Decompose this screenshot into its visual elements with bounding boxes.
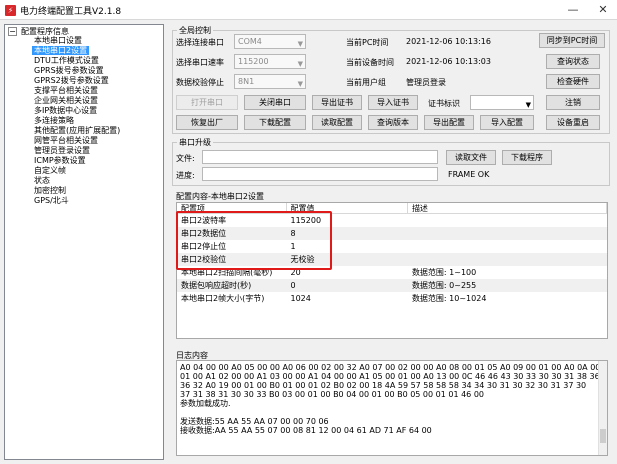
progress-label: 进度:	[176, 171, 195, 180]
pc-time-value: 2021-12-06 10:13:16	[406, 37, 491, 46]
export-cert-button[interactable]: 导出证书	[312, 95, 362, 110]
dropdown-arrow-icon: ▼	[297, 60, 303, 68]
tree-item-support-platform[interactable]: 支撑平台相关设置	[5, 86, 163, 96]
cert-id-label: 证书标识	[428, 99, 460, 108]
header-desc[interactable]: 描述	[408, 203, 607, 213]
close-button[interactable]: ✕	[592, 2, 614, 18]
tree-item-encryption[interactable]: 加密控制	[5, 186, 163, 196]
collapse-icon[interactable]: −	[8, 26, 17, 36]
user-group-value: 管理员登录	[406, 78, 446, 87]
tree-item-multi-connect[interactable]: 多连接策略	[5, 116, 163, 126]
import-cert-button[interactable]: 导入证书	[368, 95, 418, 110]
port-select[interactable]: COM4 ▼	[234, 34, 306, 49]
log-line: A0 04 00 00 A0 05 00 00 A0 06 00 02 00 3…	[180, 363, 601, 372]
parity-select[interactable]: 8N1 ▼	[234, 74, 306, 89]
user-group-label: 当前用户组	[346, 78, 386, 87]
config-section-title: 配置内容-本地串口2设置	[176, 192, 264, 201]
baud-label: 选择串口速率	[176, 58, 224, 67]
file-path-input[interactable]	[202, 150, 438, 164]
query-version-button[interactable]: 查询版本	[368, 115, 418, 130]
upgrade-progress-bar	[202, 167, 438, 181]
scrollbar-thumb[interactable]	[600, 429, 606, 443]
minimize-button[interactable]: —	[562, 2, 584, 18]
log-panel[interactable]: A0 04 00 00 A0 05 00 00 A0 06 00 02 00 3…	[176, 360, 608, 456]
factory-reset-button[interactable]: 恢复出厂	[176, 115, 238, 130]
config-tree[interactable]: − 配置程序信息 本地串口设置 本地串口2设置 DTU工作模式设置 GPRS拨号…	[4, 24, 164, 460]
log-scrollbar[interactable]	[598, 361, 607, 455]
upgrade-title: 串口升级	[177, 137, 213, 148]
tree-item-custom-frame[interactable]: 自定义帧	[5, 166, 163, 176]
tree-item-status[interactable]: 状态	[5, 176, 163, 186]
file-label: 文件:	[176, 154, 195, 163]
device-time-value: 2021-12-06 10:13:03	[406, 57, 491, 66]
tree-item-netmgmt[interactable]: 网管平台相关设置	[5, 136, 163, 146]
reboot-device-button[interactable]: 设备重启	[546, 115, 600, 130]
read-file-button[interactable]: 读取文件	[446, 150, 496, 165]
log-line: 36 32 A0 19 00 01 00 B0 01 00 01 02 B0 0…	[180, 381, 587, 390]
export-config-button[interactable]: 导出配置	[424, 115, 474, 130]
tree-root[interactable]: − 配置程序信息	[5, 26, 163, 36]
tree-item-gps[interactable]: GPS/北斗	[5, 196, 163, 206]
table-row[interactable]: 本地串口2帧大小(字节) 1024 数据范围: 10~1024	[177, 292, 607, 305]
global-control-title: 全局控制	[177, 25, 213, 36]
read-config-button[interactable]: 读取配置	[312, 115, 362, 130]
tree-item-multi-ip[interactable]: 多IP数据中心设置	[5, 106, 163, 116]
tree-item-other-config[interactable]: 其他配置(应用扩展配置)	[5, 126, 163, 136]
tree-item-dtu-mode[interactable]: DTU工作模式设置	[5, 56, 163, 66]
close-port-button[interactable]: 关闭串口	[244, 95, 306, 110]
device-time-label: 当前设备时间	[346, 58, 394, 67]
import-config-button[interactable]: 导入配置	[480, 115, 534, 130]
parity-label: 数据校验停止	[176, 78, 224, 87]
cert-id-select[interactable]: ▼	[470, 95, 534, 110]
upgrade-status: FRAME OK	[448, 170, 490, 179]
table-row[interactable]: 数据包响应超时(秒) 0 数据范围: 0~255	[177, 279, 607, 292]
dropdown-arrow-icon: ▼	[297, 40, 303, 48]
logout-button[interactable]: 注销	[546, 95, 600, 110]
tree-item-enterprise-gateway[interactable]: 企业网关相关设置	[5, 96, 163, 106]
app-icon: ⚡	[5, 5, 16, 16]
dropdown-arrow-icon: ▼	[297, 80, 303, 88]
download-program-button[interactable]: 下载程序	[502, 150, 552, 165]
log-line: 37 31 38 31 30 30 33 B0 03 00 01 00 B0 0…	[180, 390, 484, 399]
download-config-button[interactable]: 下载配置	[244, 115, 306, 130]
log-line	[180, 408, 604, 417]
log-line: 01 00 A1 02 00 00 A1 03 00 00 A1 04 00 0…	[180, 372, 600, 381]
tree-root-label: 配置程序信息	[21, 26, 69, 36]
tree-item-admin-login[interactable]: 管理员登录设置	[5, 146, 163, 156]
log-line: 参数加载成功.	[180, 399, 231, 408]
log-line: 接收数据:AA 55 AA 55 07 00 08 81 12 00 04 61…	[180, 426, 432, 435]
dropdown-arrow-icon: ▼	[525, 101, 531, 109]
port-label: 选择连接串口	[176, 38, 224, 47]
window-title: 电力终端配置工具V2.1.8	[20, 7, 122, 17]
tree-item-gprs2-dial[interactable]: GPRS2拨号参数设置	[5, 76, 163, 86]
tree-item-gprs-dial[interactable]: GPRS拨号参数设置	[5, 66, 163, 76]
tree-item-local-port2[interactable]: 本地串口2设置	[5, 46, 163, 56]
query-status-button[interactable]: 查询状态	[546, 54, 600, 69]
highlight-box	[176, 211, 332, 270]
baud-select[interactable]: 115200 ▼	[234, 54, 306, 69]
tree-item-local-port[interactable]: 本地串口设置	[5, 36, 163, 46]
check-hardware-button[interactable]: 检查硬件	[546, 74, 600, 89]
log-line: 发送数据:55 AA 55 AA 07 00 00 70 06	[180, 417, 329, 426]
title-bar: ⚡ 电力终端配置工具V2.1.8 — ✕	[0, 0, 617, 20]
tree-item-icmp[interactable]: ICMP参数设置	[5, 156, 163, 166]
sync-pc-time-button[interactable]: 同步到PC时间	[539, 33, 605, 48]
open-port-button[interactable]: 打开串口	[176, 95, 238, 110]
pc-time-label: 当前PC时间	[346, 38, 389, 47]
